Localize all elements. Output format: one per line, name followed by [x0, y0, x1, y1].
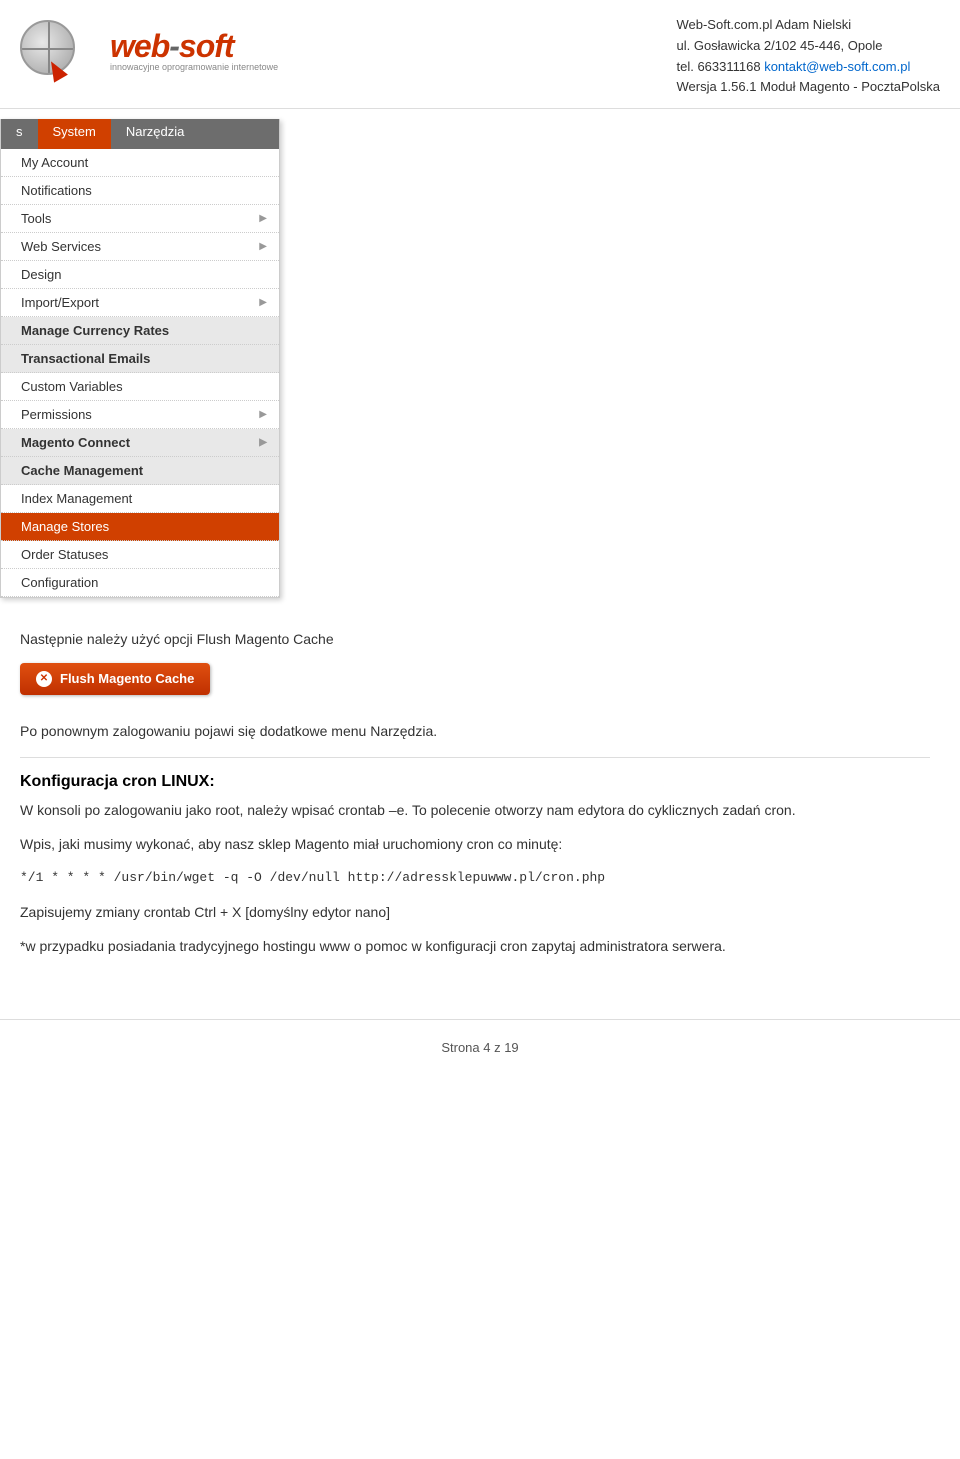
menu-label-order-statuses: Order Statuses: [21, 547, 108, 562]
menu-label-magento-connect: Magento Connect: [21, 435, 130, 450]
arrow-icon-web-services: ▶: [259, 241, 267, 252]
menu-item-web-services[interactable]: Web Services ▶: [1, 233, 279, 261]
menu-label-my-account: My Account: [21, 155, 88, 170]
divider: [20, 757, 930, 758]
menu-label-transactional-emails: Transactional Emails: [21, 351, 150, 366]
menu-item-transactional-emails[interactable]: Transactional Emails: [1, 345, 279, 373]
menu-label-manage-stores: Manage Stores: [21, 519, 109, 534]
flush-button-icon: [36, 671, 52, 687]
arrow-icon-import-export: ▶: [259, 297, 267, 308]
menu-label-web-services: Web Services: [21, 239, 101, 254]
arrow-icon-permissions: ▶: [259, 409, 267, 420]
email-link[interactable]: kontakt@web-soft.com.pl: [764, 59, 910, 74]
logo-box: [20, 15, 100, 85]
code-line: */1 * * * * /usr/bin/wget -q -O /dev/nul…: [20, 868, 930, 889]
menu-item-tools[interactable]: Tools ▶: [1, 205, 279, 233]
page-content: Następnie należy użyć opcji Flush Magent…: [0, 618, 960, 989]
after-button-text: Po ponownym zalogowaniu pojawi się dodat…: [20, 720, 930, 742]
para2: Wpis, jaki musimy wykonać, aby nasz skle…: [20, 833, 930, 855]
logo-brand-text: web-soft: [110, 28, 278, 65]
menu-label-tools: Tools: [21, 211, 51, 226]
version-text: Wersja 1.56.1 Moduł Magento - PocztaPols…: [676, 77, 940, 98]
nav-item-system[interactable]: System: [38, 119, 111, 149]
menu-item-design[interactable]: Design: [1, 261, 279, 289]
company-phone-email: tel. 663311168 kontakt@web-soft.com.pl: [676, 57, 940, 78]
konfiguracja-heading: Konfiguracja cron LINUX:: [20, 773, 930, 791]
menu-item-custom-variables[interactable]: Custom Variables: [1, 373, 279, 401]
para3: Zapisujemy zmiany crontab Ctrl + X [domy…: [20, 901, 930, 923]
menu-label-configuration: Configuration: [21, 575, 98, 590]
menu-label-permissions: Permissions: [21, 407, 92, 422]
page-number: Strona 4 z 19: [441, 1040, 518, 1055]
para1: W konsoli po zalogowaniu jako root, nale…: [20, 799, 930, 821]
menu-item-magento-connect[interactable]: Magento Connect ▶: [1, 429, 279, 457]
menu-item-index-management[interactable]: Index Management: [1, 485, 279, 513]
menu-label-design: Design: [21, 267, 61, 282]
menu-label-manage-currency-rates: Manage Currency Rates: [21, 323, 169, 338]
nav-item-narzedzia[interactable]: Narzędzia: [111, 119, 200, 149]
nav-item-s[interactable]: s: [1, 119, 38, 149]
intro-text: Następnie należy użyć opcji Flush Magent…: [20, 628, 930, 650]
page-header: web-soft innowacyjne oprogramowanie inte…: [0, 0, 960, 109]
company-address: ul. Gosławicka 2/102 45-446, Opole: [676, 36, 940, 57]
company-name: Web-Soft.com.pl Adam Nielski: [676, 15, 940, 36]
admin-menu: s System Narzędzia My Account Notificati…: [0, 119, 280, 598]
menu-item-notifications[interactable]: Notifications: [1, 177, 279, 205]
menu-screenshot-area: s System Narzędzia My Account Notificati…: [0, 119, 940, 598]
para4: *w przypadku posiadania tradycyjnego hos…: [20, 935, 930, 957]
menu-item-configuration[interactable]: Configuration: [1, 569, 279, 597]
menu-item-order-statuses[interactable]: Order Statuses: [1, 541, 279, 569]
menu-item-my-account[interactable]: My Account: [1, 149, 279, 177]
menu-label-cache-management: Cache Management: [21, 463, 143, 478]
arrow-icon-tools: ▶: [259, 213, 267, 224]
arrow-icon-magento-connect: ▶: [259, 437, 267, 448]
flush-magento-cache-button[interactable]: Flush Magento Cache: [20, 663, 210, 695]
menu-item-cache-management[interactable]: Cache Management: [1, 457, 279, 485]
phone-text: tel. 663311168: [676, 59, 764, 74]
menu-label-index-management: Index Management: [21, 491, 132, 506]
menu-item-permissions[interactable]: Permissions ▶: [1, 401, 279, 429]
logo-tagline: innowacyjne oprogramowanie internetowe: [110, 62, 278, 72]
logo-area: web-soft innowacyjne oprogramowanie inte…: [20, 15, 278, 85]
flush-button-label: Flush Magento Cache: [60, 671, 194, 686]
menu-item-import-export[interactable]: Import/Export ▶: [1, 289, 279, 317]
menu-label-custom-variables: Custom Variables: [21, 379, 123, 394]
logo-text: web-soft innowacyjne oprogramowanie inte…: [110, 28, 278, 72]
page-footer: Strona 4 z 19: [0, 1019, 960, 1075]
menu-label-import-export: Import/Export: [21, 295, 99, 310]
menu-label-notifications: Notifications: [21, 183, 92, 198]
menu-item-manage-stores[interactable]: Manage Stores: [1, 513, 279, 541]
header-info: Web-Soft.com.pl Adam Nielski ul. Gosławi…: [676, 15, 940, 98]
menu-navbar: s System Narzędzia: [1, 119, 279, 149]
menu-item-manage-currency-rates[interactable]: Manage Currency Rates: [1, 317, 279, 345]
konfiguracja-heading-text: Konfiguracja cron LINUX:: [20, 773, 215, 790]
